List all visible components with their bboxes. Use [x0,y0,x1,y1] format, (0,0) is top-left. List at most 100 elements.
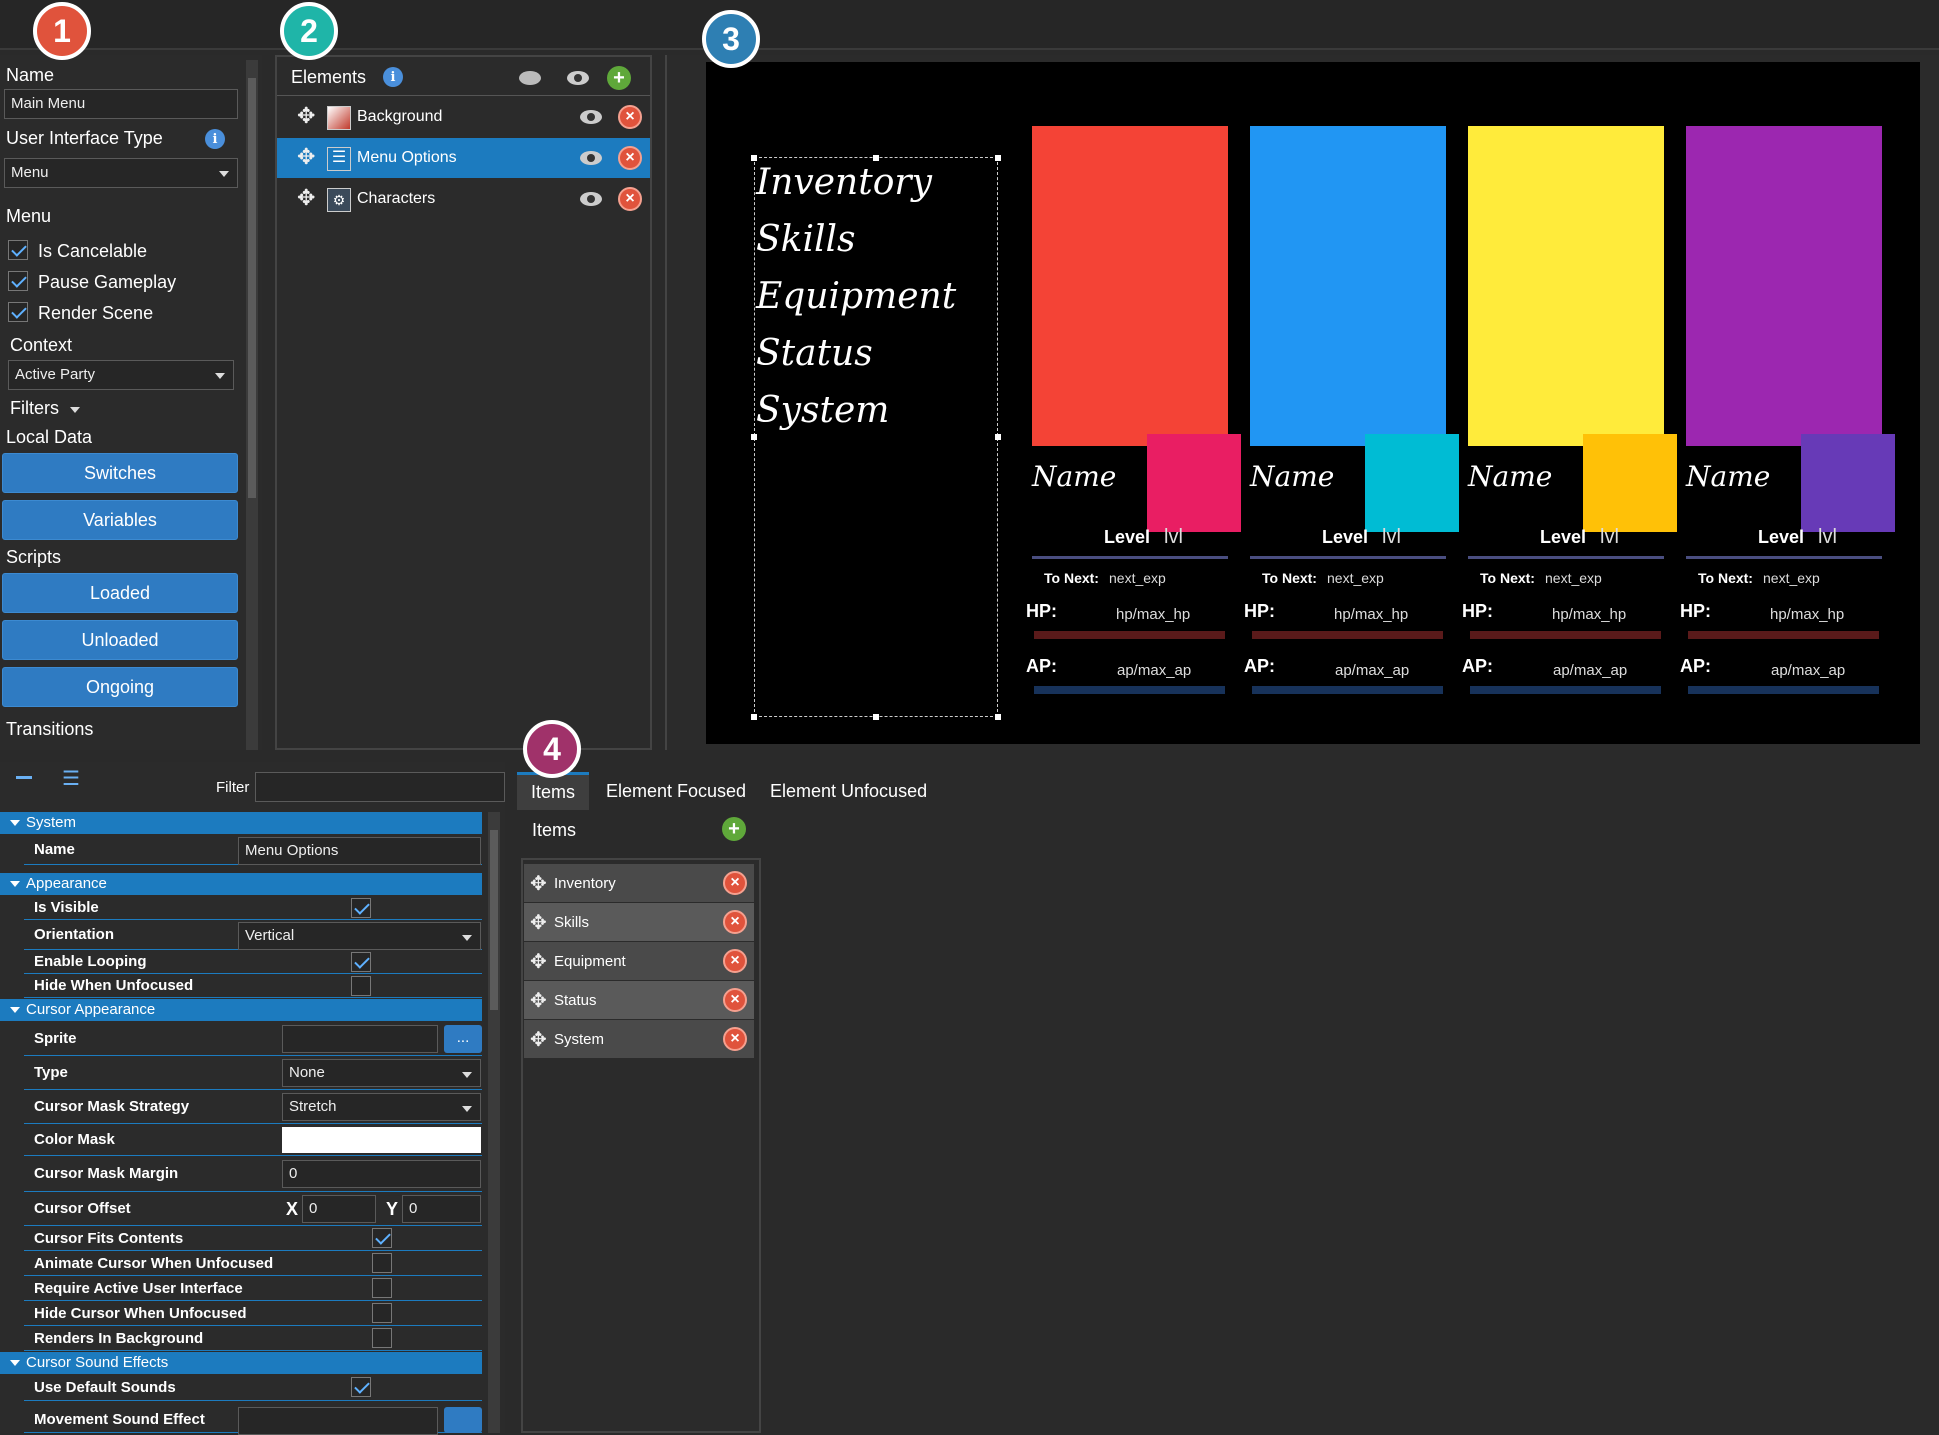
resize-handle[interactable] [751,714,757,720]
move-handle-icon[interactable]: ✥ [297,144,315,170]
element-row-menu-options[interactable]: ✥ ☰ Menu Options × [277,138,650,178]
delete-element-button[interactable]: × [618,146,642,170]
element-row-characters[interactable]: ✥ ⚙ Characters × [277,179,650,219]
default-sounds-checkbox[interactable] [351,1377,371,1397]
filter-input[interactable] [255,772,505,802]
delete-item-button[interactable]: × [723,988,747,1012]
ap-bar [1688,686,1879,694]
info-icon[interactable]: i [205,129,225,149]
move-handle-icon[interactable]: ✥ [530,871,547,896]
scrollbar[interactable] [488,812,500,1433]
item-row-skills[interactable]: ✥ Skills × [524,903,754,941]
scrollbar-thumb[interactable] [490,830,498,1010]
resize-handle[interactable] [995,714,1001,720]
move-handle-icon[interactable]: ✥ [297,103,315,129]
preview-canvas[interactable]: Inventory Skills Equipment Status System… [706,62,1920,744]
fits-contents-checkbox[interactable] [372,1228,392,1248]
move-handle-icon[interactable]: ✥ [530,1027,547,1052]
level-value: lvl [1600,526,1619,548]
require-active-checkbox[interactable] [372,1278,392,1298]
mask-strategy-select[interactable]: Stretch [282,1093,481,1121]
is-visible-checkbox[interactable] [351,898,371,918]
delete-element-button[interactable]: × [618,187,642,211]
delete-item-button[interactable]: × [723,949,747,973]
section-system[interactable]: System [0,812,482,834]
prop-label: Type [34,1064,68,1081]
section-sound-effects[interactable]: Cursor Sound Effects [0,1352,482,1374]
item-label: Status [554,991,597,1009]
name-input[interactable]: Menu Options [238,837,481,865]
item-row-inventory[interactable]: ✥ Inventory × [524,864,754,902]
delete-item-button[interactable]: × [723,871,747,895]
delete-item-button[interactable]: × [723,1027,747,1051]
movement-sound-browse-button[interactable] [444,1407,482,1433]
context-select[interactable]: Active Party [8,360,234,390]
sprite-input[interactable] [282,1025,438,1053]
collapse-all-icon[interactable] [16,776,32,779]
resize-handle[interactable] [873,155,879,161]
move-handle-icon[interactable]: ✥ [530,949,547,974]
resize-handle[interactable] [873,714,879,720]
tab-element-unfocused[interactable]: Element Unfocused [756,772,941,810]
ui-type-select[interactable]: Menu [4,158,238,188]
scrollbar-thumb[interactable] [248,78,256,498]
visibility-eye-icon[interactable] [580,110,602,124]
unloaded-button[interactable]: Unloaded [2,620,238,660]
ap-label: AP: [1680,656,1711,676]
move-handle-icon[interactable]: ✥ [530,988,547,1013]
animate-unfocused-checkbox[interactable] [372,1253,392,1273]
render-scene-checkbox[interactable] [8,302,28,322]
resize-handle[interactable] [751,155,757,161]
info-icon[interactable]: i [383,67,403,87]
add-item-button[interactable]: + [722,817,746,841]
move-handle-icon[interactable]: ✥ [297,185,315,211]
resize-handle[interactable] [995,155,1001,161]
movement-sound-input[interactable] [238,1407,438,1435]
name-field[interactable]: Main Menu [4,89,238,119]
renders-bg-checkbox[interactable] [372,1328,392,1348]
prop-animate-unfocused: Animate Cursor When Unfocused [24,1251,482,1276]
render-scene-label: Render Scene [38,303,154,323]
visibility-eye-icon[interactable] [580,192,602,206]
hide-when-unfocused-checkbox[interactable] [351,976,371,996]
offset-y-stepper[interactable]: 0 [402,1195,481,1223]
tab-element-focused[interactable]: Element Focused [592,772,760,810]
filters-toggle[interactable]: Filters [10,398,59,419]
add-element-button[interactable]: + [607,66,631,90]
chevron-down-icon[interactable] [70,407,80,413]
type-select[interactable]: None [282,1059,481,1087]
section-appearance[interactable]: Appearance [0,873,482,895]
visibility-eye-icon[interactable] [580,151,602,165]
sprite-browse-button[interactable]: ... [444,1025,482,1053]
item-row-equipment[interactable]: ✥ Equipment × [524,942,754,980]
item-row-status[interactable]: ✥ Status × [524,981,754,1019]
section-cursor-appearance[interactable]: Cursor Appearance [0,999,482,1021]
variables-button[interactable]: Variables [2,500,238,540]
orientation-select[interactable]: Vertical [238,922,481,950]
resize-handle[interactable] [995,434,1001,440]
mask-margin-stepper[interactable]: 0 [282,1160,481,1188]
ap-label: AP: [1244,656,1275,676]
loaded-button[interactable]: Loaded [2,573,238,613]
show-all-icon[interactable] [567,71,589,85]
move-handle-icon[interactable]: ✥ [530,910,547,935]
hide-all-icon[interactable] [519,71,541,85]
ongoing-button[interactable]: Ongoing [2,667,238,707]
element-row-background[interactable]: ✥ Background × [277,97,650,137]
resize-handle[interactable] [751,434,757,440]
item-row-system[interactable]: ✥ System × [524,1020,754,1058]
offset-x-stepper[interactable]: 0 [302,1195,376,1223]
level-label: Level [1104,527,1151,547]
is-cancelable-checkbox[interactable] [8,240,28,260]
color-mask-swatch[interactable] [282,1127,481,1153]
hide-cursor-checkbox[interactable] [372,1303,392,1323]
is-cancelable-label: Is Cancelable [38,241,148,261]
delete-item-button[interactable]: × [723,910,747,934]
expand-all-icon[interactable]: ☰ [62,766,80,791]
hp-bar [1252,631,1443,639]
enable-looping-checkbox[interactable] [351,952,371,972]
scrollbar[interactable] [246,60,258,750]
delete-element-button[interactable]: × [618,105,642,129]
pause-gameplay-checkbox[interactable] [8,271,28,291]
switches-button[interactable]: Switches [2,453,238,493]
